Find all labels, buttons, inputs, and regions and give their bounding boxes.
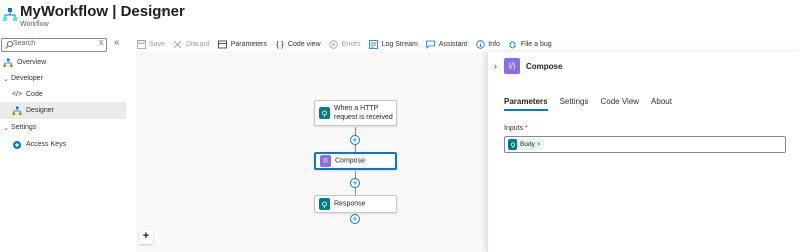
nav-item-designer[interactable]: Designer <box>0 102 126 119</box>
code-view-button[interactable]: { } Code view <box>275 39 321 49</box>
add-step-button[interactable]: + <box>350 214 360 224</box>
error-icon <box>329 39 339 49</box>
save-icon <box>136 39 146 49</box>
parameters-button[interactable]: Parameters <box>218 39 267 49</box>
nav-item-label: Settings <box>11 124 37 131</box>
nav-item-access-keys[interactable]: Access Keys <box>0 136 126 153</box>
nav-group-developer[interactable]: ⌄ Developer <box>0 70 126 87</box>
page-subtitle: Workflow <box>20 21 49 28</box>
discard-label: Discard <box>185 40 210 48</box>
parameters-label: Parameters <box>230 40 267 48</box>
tab-parameters[interactable]: Parameters <box>504 97 548 111</box>
trigger-card-http-request[interactable]: When a HTTP request is received <box>314 100 397 126</box>
code-braces-icon: { } <box>276 39 284 49</box>
action-details-panel: › {/} Compose Parameters Settings Code V… <box>487 52 800 252</box>
compose-icon: {/} <box>320 155 331 167</box>
required-mark: * <box>525 125 528 132</box>
info-icon <box>475 39 485 49</box>
inputs-label: Inputs * <box>504 125 528 132</box>
nav-group-settings[interactable]: ⌄ Settings <box>0 119 126 136</box>
code-icon: </> <box>11 91 23 98</box>
logic-app-icon <box>3 8 17 21</box>
panel-title: Compose <box>526 62 563 71</box>
insert-step-button[interactable]: + <box>350 178 360 188</box>
header: MyWorkflow | Designer Workflow ··· <box>0 0 800 34</box>
left-navigation: Search X « Overview ⌄ Developer </> Code… <box>0 36 127 252</box>
more-options-button[interactable]: ··· <box>160 5 172 15</box>
chevron-down-icon: ⌄ <box>3 75 9 83</box>
search-placeholder: Search <box>13 40 36 47</box>
log-stream-label: Log Stream <box>381 40 418 48</box>
log-stream-icon <box>369 39 379 49</box>
insert-step-button[interactable]: + <box>350 135 360 145</box>
http-request-icon <box>508 139 517 150</box>
tab-about[interactable]: About <box>651 97 672 111</box>
compose-icon: {/} <box>504 58 520 74</box>
assistant-label: Assistant <box>438 40 468 48</box>
search-clear-button[interactable]: X <box>99 40 104 47</box>
inputs-label-text: Inputs <box>504 125 524 132</box>
collapse-nav-button[interactable]: « <box>114 37 120 48</box>
nav-item-label: Developer <box>11 75 43 82</box>
nav-item-label: Code <box>26 91 43 98</box>
save-button[interactable]: Save <box>136 39 165 49</box>
inputs-field[interactable]: Body × <box>504 136 786 153</box>
dynamic-content-token[interactable]: Body × <box>508 139 544 150</box>
chat-icon <box>426 39 436 49</box>
card-label: Response <box>334 200 366 208</box>
nav-item-code[interactable]: </> Code <box>0 86 126 103</box>
token-remove-button[interactable]: × <box>537 141 541 148</box>
parameters-icon <box>218 39 228 49</box>
file-bug-label: File a bug <box>520 40 552 48</box>
code-view-label: Code view <box>287 40 321 48</box>
info-label: Info <box>488 40 500 48</box>
nav-item-label: Overview <box>17 59 47 66</box>
bug-icon <box>508 39 518 49</box>
nav-item-label: Access Keys <box>26 141 67 148</box>
panel-tabs: Parameters Settings Code View About <box>504 97 684 111</box>
zoom-in-button[interactable]: + <box>139 230 153 244</box>
errors-label: Errors <box>341 40 361 48</box>
card-label: Compose <box>335 157 365 165</box>
designer-canvas[interactable]: When a HTTP request is received + {/} Co… <box>136 52 486 252</box>
logic-app-icon <box>2 57 14 69</box>
search-input[interactable]: Search X <box>1 38 107 52</box>
tab-settings[interactable]: Settings <box>560 97 589 111</box>
designer-toolbar: Save Discard Parameters { } Code view Er… <box>136 36 560 52</box>
response-icon <box>319 198 330 210</box>
info-button[interactable]: Info <box>475 39 500 49</box>
tab-code-view[interactable]: Code View <box>601 97 640 111</box>
save-label: Save <box>149 40 165 48</box>
errors-button[interactable]: Errors <box>329 39 361 49</box>
action-card-response[interactable]: Response <box>314 195 397 213</box>
nav-item-label: Designer <box>26 107 55 114</box>
file-bug-button[interactable]: File a bug <box>508 39 552 49</box>
discard-button[interactable]: Discard <box>173 39 210 49</box>
card-label: When a HTTP request is received <box>334 105 393 121</box>
nav-item-overview[interactable]: Overview <box>0 54 126 71</box>
action-card-compose[interactable]: {/} Compose <box>314 152 397 170</box>
key-icon <box>11 139 23 151</box>
token-label: Body <box>520 141 535 148</box>
designer-icon <box>11 105 23 117</box>
http-request-icon <box>319 107 330 119</box>
expand-panel-chevron-icon[interactable]: › <box>494 61 497 71</box>
chevron-down-icon: ⌄ <box>3 124 9 132</box>
log-stream-button[interactable]: Log Stream <box>369 39 418 49</box>
close-icon <box>173 39 183 49</box>
assistant-button[interactable]: Assistant <box>426 39 467 49</box>
